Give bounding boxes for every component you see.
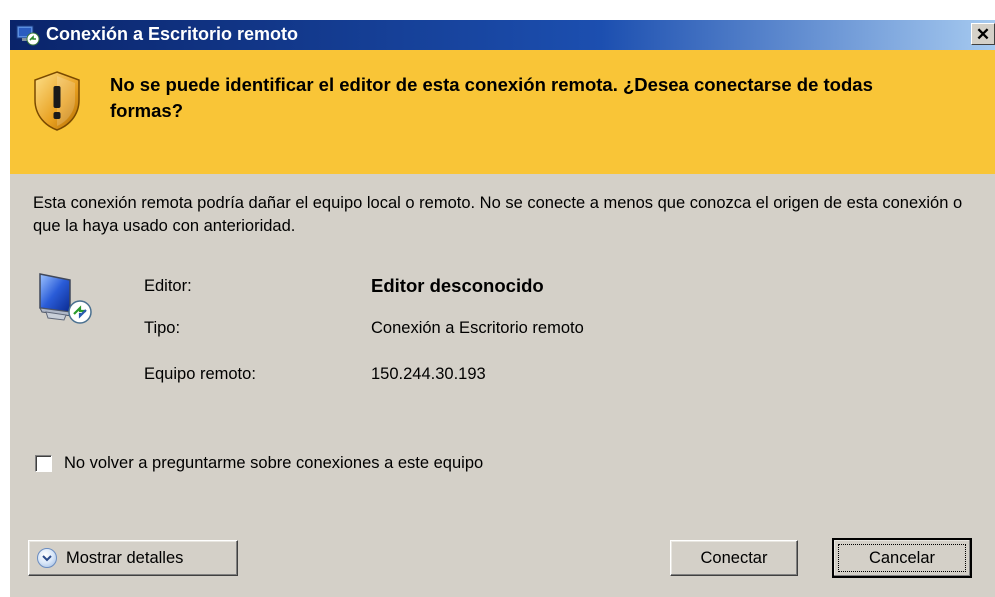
warning-message: No se puede identificar el editor de est…: [110, 74, 873, 121]
chevron-down-circle-icon: [37, 548, 57, 568]
remote-desktop-dialog: Conexión a Escritorio remoto ✕ No se pue…: [10, 20, 995, 597]
info-label-remote-computer: Equipo remoto:: [144, 365, 256, 383]
info-label-type: Tipo:: [144, 319, 181, 337]
info-value-remote-computer: 150.244.30.193: [371, 365, 486, 383]
window-title: Conexión a Escritorio remoto: [46, 24, 299, 44]
connect-label: Conectar: [700, 548, 768, 567]
dont-ask-again-label[interactable]: No volver a preguntarme sobre conexiones…: [64, 454, 483, 473]
cancel-button[interactable]: Cancelar: [832, 538, 972, 578]
show-details-label: Mostrar detalles: [66, 548, 184, 567]
connect-button[interactable]: Conectar: [670, 540, 798, 576]
dont-ask-again-checkbox[interactable]: [35, 455, 52, 472]
info-value-type: Conexión a Escritorio remoto: [371, 319, 584, 337]
show-details-button[interactable]: Mostrar detalles: [28, 540, 238, 576]
remote-computer-icon: [36, 268, 100, 332]
title-bar[interactable]: Conexión a Escritorio remoto ✕: [10, 20, 995, 50]
shield-warning-icon: [32, 70, 82, 132]
description-text: Esta conexión remota podría dañar el equ…: [33, 194, 963, 235]
close-button[interactable]: ✕: [971, 23, 995, 45]
warning-banner: No se puede identificar el editor de est…: [10, 50, 995, 174]
info-label-editor: Editor:: [144, 277, 192, 295]
remote-desktop-icon: [16, 24, 40, 46]
info-value-editor: Editor desconocido: [371, 275, 544, 296]
close-icon: ✕: [975, 24, 991, 44]
cancel-label: Cancelar: [868, 548, 936, 567]
